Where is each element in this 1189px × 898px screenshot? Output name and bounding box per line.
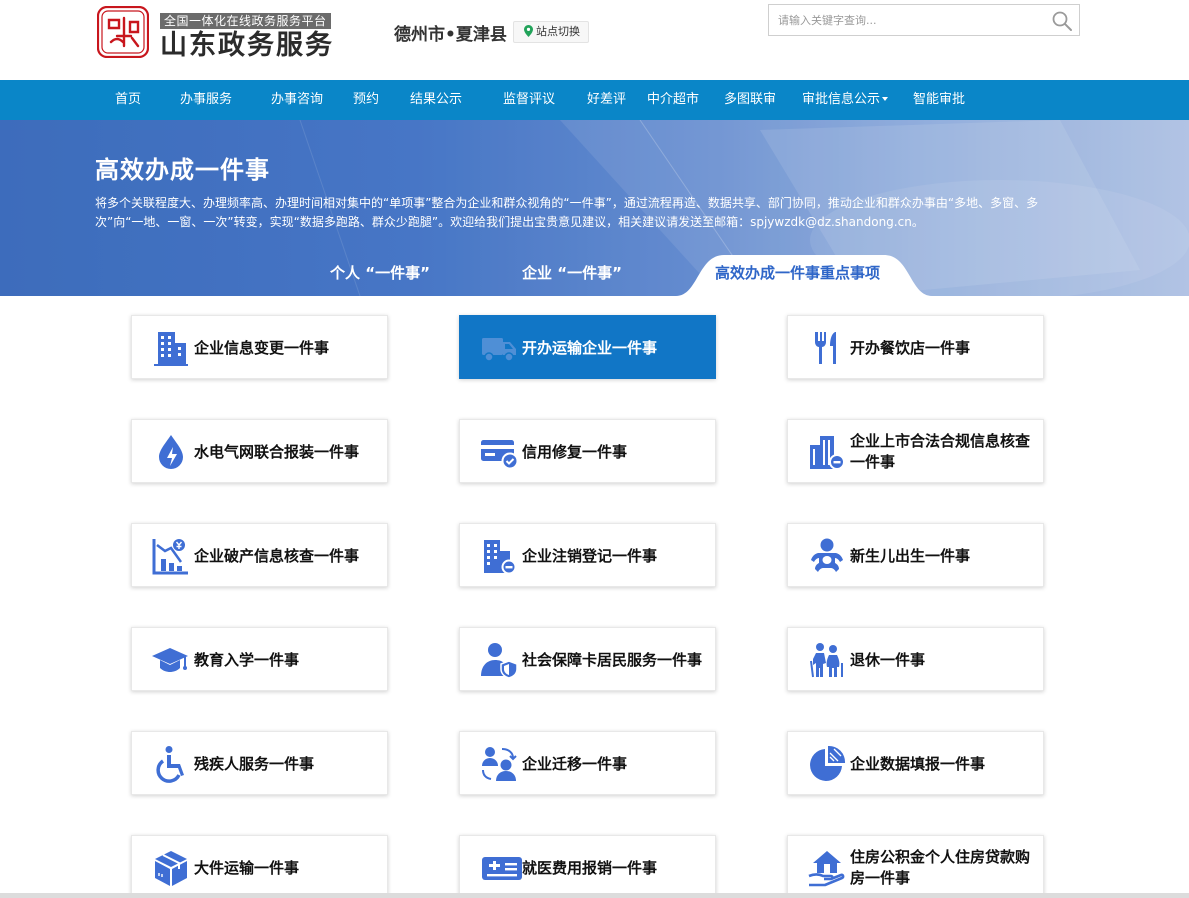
site-header: 全国一体化在线政务服务平台 山东政务服务 德州市•夏津县 站点切换 [0,0,1189,80]
card-bankruptcy-check[interactable]: 企业破产信息核查一件事 [131,523,388,587]
tab-personal[interactable]: 个人 “一件事” [330,262,430,283]
search-box [768,4,1080,36]
graduation-cap-icon [152,648,188,672]
tab-enterprise[interactable]: 企业 “一件事” [522,262,622,283]
caret-down-icon [882,97,889,101]
browser-scroll-edge [0,893,1189,898]
card-label: 开办运输企业一件事 [522,338,658,357]
nav-item-smart-approval[interactable]: 智能审批 [913,80,965,120]
nav-item-rating[interactable]: 好差评 [587,80,626,120]
card-label: 住房公积金个人住房贷款购房一件事 [850,848,1031,887]
hero-banner: 高效办成一件事 将多个关联程度大、办理频率高、办理时间相对集中的“单项事”整合为… [0,120,1189,296]
card-medical-reimbursement[interactable]: 就医费用报销一件事 [459,835,716,898]
building-minus-icon [484,540,517,575]
banner-description: 将多个关联程度大、办理频率高、办理时间相对集中的“单项事”整合为企业和群众视角的… [95,196,1039,229]
card-label: 企业数据填报一件事 [850,754,986,773]
baby-icon [811,538,843,572]
card-label: 企业破产信息核查一件事 [194,546,360,565]
wheelchair-icon [156,746,184,783]
card-label: 社会保障卡居民服务一件事 [522,650,703,669]
card-label: 企业上市合法合规信息核查一件事 [850,432,1031,471]
card-data-reporting[interactable]: 企业数据填报一件事 [787,731,1044,795]
card-utility-installation[interactable]: 水电气网联合报装一件事 [131,419,388,483]
site-switch-button[interactable]: 站点切换 [513,21,589,43]
card-housing-fund-loan[interactable]: 住房公积金个人住房贷款购房一件事 [787,835,1044,898]
card-label: 水电气网联合报装一件事 [194,442,360,461]
nav-item-approval-info-label: 审批信息公示 [802,92,881,107]
search-icon[interactable] [1051,10,1073,32]
card-disability-services[interactable]: 残疾人服务一件事 [131,731,388,795]
nav-item-consult[interactable]: 办事咨询 [271,80,323,120]
elderly-couple-icon [810,643,843,678]
search-input[interactable] [769,5,1039,35]
logo-seal-icon[interactable] [97,6,149,58]
card-social-security-card[interactable]: 社会保障卡居民服务一件事 [459,627,716,691]
card-label: 退休一件事 [850,650,926,669]
nav-item-services[interactable]: 办事服务 [180,80,232,120]
card-enterprise-relocation[interactable]: 企业迁移一件事 [459,731,716,795]
banner-title: 高效办成一件事 [95,156,270,184]
building-icon [154,332,188,366]
platform-tag: 全国一体化在线政务服务平台 [160,13,331,29]
tab-key-items[interactable]: 高效办成一件事重点事项 [715,262,880,283]
fork-knife-icon [815,332,836,364]
credit-card-check-icon [481,440,518,470]
package-icon [155,851,187,886]
card-enterprise-info-change[interactable]: 企业信息变更一件事 [131,315,388,379]
nav-item-approval-info[interactable]: 审批信息公示 [802,80,889,120]
pie-chart-icon [810,745,846,781]
medical-card-icon [482,857,522,880]
card-label: 企业信息变更一件事 [194,338,330,357]
card-label: 残疾人服务一件事 [194,754,315,773]
card-deregistration[interactable]: 企业注销登记一件事 [459,523,716,587]
nav-item-appointment[interactable]: 预约 [353,80,379,120]
card-credit-repair[interactable]: 信用修复一件事 [459,419,716,483]
nav-item-joint-review[interactable]: 多图联审 [724,80,776,120]
main-nav: 首页 办事服务 办事咨询 预约 结果公示 监督评议 好差评 中介超市 多图联审 … [0,80,1189,120]
card-retirement[interactable]: 退休一件事 [787,627,1044,691]
brand-name: 山东政务服务 [160,30,334,61]
site-switch-label: 站点切换 [536,25,580,38]
water-drop-icon [159,435,183,469]
card-label: 企业迁移一件事 [522,754,628,773]
card-transport-enterprise[interactable]: 开办运输企业一件事 [459,315,716,379]
card-open-restaurant[interactable]: 开办餐饮店一件事 [787,315,1044,379]
nav-item-supervision[interactable]: 监督评议 [503,80,555,120]
card-newborn[interactable]: 新生儿出生一件事 [787,523,1044,587]
card-label: 就医费用报销一件事 [522,858,658,877]
truck-icon [482,338,516,362]
card-label: 信用修复一件事 [522,442,628,461]
card-label: 新生儿出生一件事 [850,546,971,565]
nav-item-agency-market[interactable]: 中介超市 [647,80,699,120]
card-education-enrollment[interactable]: 教育入学一件事 [131,627,388,691]
card-oversize-transport[interactable]: 大件运输一件事 [131,835,388,898]
logo-text[interactable]: 全国一体化在线政务服务平台 山东政务服务 [160,10,334,62]
nav-item-home[interactable]: 首页 [115,80,141,120]
bankruptcy-chart-icon [152,539,188,575]
card-ipo-compliance-check[interactable]: 企业上市合法合规信息核查一件事 [787,419,1044,483]
card-label: 企业注销登记一件事 [522,546,658,565]
building-search-icon [810,436,845,470]
nav-item-results[interactable]: 结果公示 [410,80,462,120]
user-shield-icon [481,643,518,679]
region-name: 德州市•夏津县 [394,25,507,45]
card-label: 大件运输一件事 [194,858,300,877]
user-transfer-icon [482,747,517,781]
house-hand-icon [808,851,845,887]
card-label: 开办餐饮店一件事 [850,338,971,357]
location-pin-icon [524,25,533,37]
card-label: 教育入学一件事 [194,650,300,669]
